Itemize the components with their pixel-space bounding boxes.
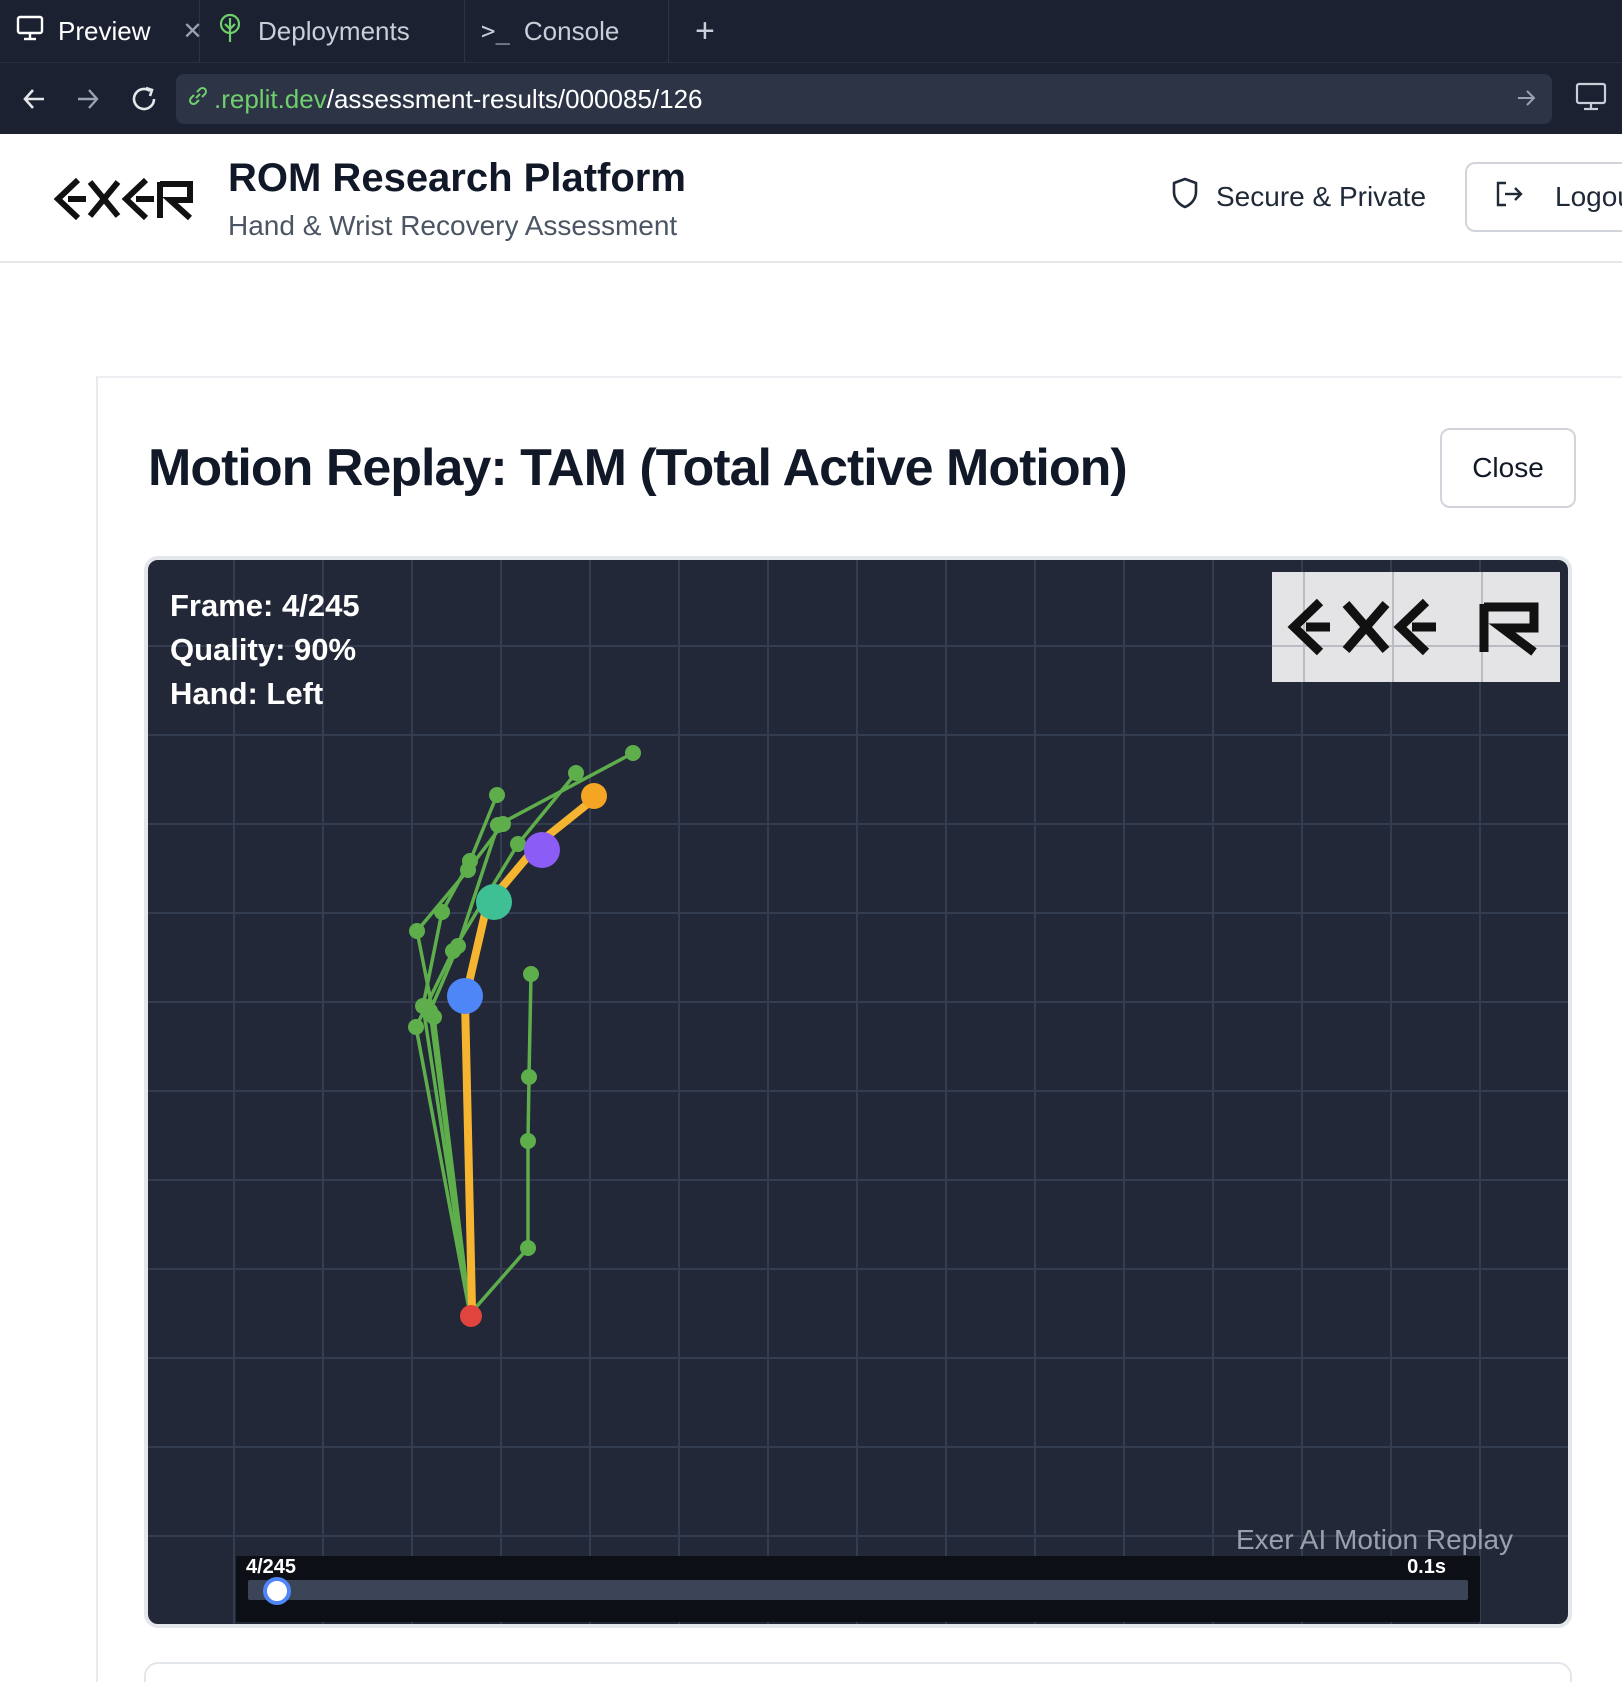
tab-console-label: Console [523,15,620,46]
device-preview-icon[interactable] [1574,79,1608,118]
app-subtitle: Hand & Wrist Recovery Assessment [228,210,678,241]
replay-grid [148,560,1568,1624]
motion-replay-canvas: Frame: 4/245 Quality: 90% Hand: Left Exe… [144,556,1572,1628]
tab-console[interactable]: >_ Console [465,0,669,62]
timeline-time-label: 0.1s [1407,1556,1446,1578]
tracked-joint-dip [524,832,560,868]
tab-preview-label: Preview [58,15,151,46]
app-header: ROM Research Platform Hand & Wrist Recov… [0,134,1622,263]
quality-readout: Quality: 90% [170,632,357,667]
tracked-joint-pip [476,884,512,920]
app-title: ROM Research Platform [228,156,686,200]
wrist-joint [460,1305,482,1327]
exer-logo [52,176,202,227]
modal-title: Motion Replay: TAM (Total Active Motion) [148,439,1128,497]
secure-badge: Secure & Private [1170,176,1426,217]
close-button[interactable]: Close [1440,428,1576,508]
tab-deployments[interactable]: Deployments [200,0,465,62]
monitor-icon [16,15,44,48]
secure-label: Secure & Private [1216,180,1427,212]
tab-preview[interactable]: Preview ✕ [0,0,203,62]
logout-label: Logou [1555,181,1622,212]
replay-caption: Exer AI Motion Replay [1236,1524,1514,1555]
timeline-track[interactable] [248,1580,1468,1600]
link-icon [186,84,210,115]
hand-skeleton [414,751,634,1316]
tracked-joint-mcp [447,978,483,1014]
browser-url-bar: .replit.dev/assessment-results/000085/12… [0,62,1622,134]
new-tab-button[interactable]: + [669,0,741,62]
browser-tab-bar: Preview ✕ Deployments >_ Console + [0,0,1622,62]
timeline-frame-label: 4/245 [246,1556,297,1578]
logout-icon [1493,178,1525,217]
deploy-icon [216,12,244,51]
exer-watermark-logo [1272,572,1560,682]
replay-overlay-info: Frame: 4/245 Quality: 90% Hand: Left [170,584,360,716]
url-host: .replit.dev [214,83,327,114]
frame-readout: Frame: 4/245 [170,588,360,623]
timeline-scrubber-handle[interactable] [262,1577,291,1605]
forward-icon[interactable] [66,77,110,121]
hand-readout: Hand: Left [170,676,324,711]
logout-button[interactable]: Logou [1465,162,1622,232]
tab-deployments-label: Deployments [258,15,410,46]
url-input[interactable]: .replit.dev/assessment-results/000085/12… [176,74,1552,124]
go-arrow-icon[interactable] [1514,86,1538,117]
terminal-icon: >_ [481,17,510,45]
motion-replay-dialog: Motion Replay: TAM (Total Active Motion)… [96,376,1622,1682]
back-icon[interactable] [12,77,56,121]
url-path: /assessment-results/000085/126 [326,83,703,114]
next-section-card [144,1662,1572,1682]
tracked-joint-tip [581,783,607,809]
replay-timeline: 4/245 0.1s [236,1556,1480,1622]
shield-icon [1170,176,1200,217]
reload-icon[interactable] [122,77,166,121]
